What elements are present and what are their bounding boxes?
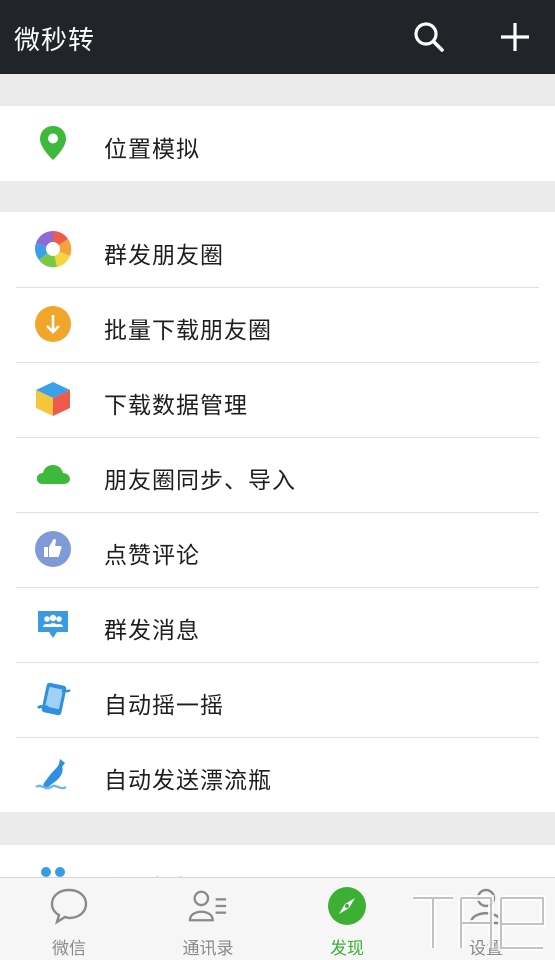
chat-bubble-icon bbox=[49, 886, 89, 926]
discover-menu: 位置模拟 群发朋友圈 批量下载朋友圈 下载数据管理 朋友圈同步、导入 点赞评论 … bbox=[0, 74, 555, 877]
download-circle-icon bbox=[33, 304, 73, 344]
menu-item-mass-moments[interactable]: 群发朋友圈 bbox=[0, 212, 555, 287]
menu-item-batch-download[interactable]: 批量下载朋友圈 bbox=[0, 287, 555, 362]
tab-contacts[interactable]: 通讯录 bbox=[139, 878, 277, 960]
person-icon bbox=[466, 886, 506, 926]
tab-label: 设置 bbox=[469, 939, 503, 959]
thumbs-up-icon bbox=[33, 529, 73, 569]
menu-item-location-simulation[interactable]: 位置模拟 bbox=[0, 106, 555, 181]
menu-item-label: 主动打招呼 bbox=[104, 869, 224, 877]
menu-item-label: 点赞评论 bbox=[104, 543, 200, 569]
app-title: 微秒转 bbox=[14, 26, 96, 56]
plus-icon[interactable] bbox=[496, 18, 534, 56]
menu-group-tools: 群发朋友圈 批量下载朋友圈 下载数据管理 朋友圈同步、导入 点赞评论 群发消息 … bbox=[0, 212, 555, 812]
menu-item-download-manager[interactable]: 下载数据管理 bbox=[0, 362, 555, 437]
location-pin-icon bbox=[33, 123, 73, 163]
cube-icon bbox=[33, 379, 73, 419]
cloud-icon bbox=[33, 454, 73, 494]
menu-item-label: 自动摇一摇 bbox=[104, 693, 224, 719]
search-icon[interactable] bbox=[410, 18, 448, 56]
bottom-tab-bar: 微信 通讯录 发现 设置 bbox=[0, 877, 555, 960]
menu-item-label: 朋友圈同步、导入 bbox=[104, 468, 296, 494]
group-chat-icon bbox=[33, 604, 73, 644]
menu-item-label: 自动发送漂流瓶 bbox=[104, 768, 272, 794]
tab-wechat[interactable]: 微信 bbox=[0, 878, 138, 960]
menu-item-auto-drift-bottle[interactable]: 自动发送漂流瓶 bbox=[0, 737, 555, 812]
menu-item-label: 群发消息 bbox=[104, 618, 200, 644]
compass-icon bbox=[327, 886, 367, 926]
menu-item-label: 群发朋友圈 bbox=[104, 243, 224, 269]
menu-item-label: 批量下载朋友圈 bbox=[104, 318, 272, 344]
contacts-icon bbox=[188, 886, 228, 926]
menu-item-like-comment[interactable]: 点赞评论 bbox=[0, 512, 555, 587]
aperture-icon bbox=[33, 229, 73, 269]
tab-label: 通讯录 bbox=[182, 939, 234, 959]
people-icon bbox=[33, 862, 73, 877]
menu-item-auto-shake[interactable]: 自动摇一摇 bbox=[0, 662, 555, 737]
drift-bottle-icon bbox=[33, 754, 73, 794]
menu-item-mass-message[interactable]: 群发消息 bbox=[0, 587, 555, 662]
menu-item-active-greeting[interactable]: 主动打招呼 bbox=[0, 845, 555, 877]
menu-item-label: 位置模拟 bbox=[104, 137, 200, 163]
tab-label: 微信 bbox=[52, 939, 86, 959]
tab-discover[interactable]: 发现 bbox=[278, 878, 416, 960]
shake-phone-icon bbox=[33, 679, 73, 719]
tab-settings[interactable]: 设置 bbox=[417, 878, 555, 960]
menu-item-moments-sync[interactable]: 朋友圈同步、导入 bbox=[0, 437, 555, 512]
menu-group-location: 位置模拟 bbox=[0, 106, 555, 181]
tab-label: 发现 bbox=[330, 939, 364, 959]
menu-item-label: 下载数据管理 bbox=[104, 393, 248, 419]
app-bar: 微秒转 bbox=[0, 0, 555, 74]
menu-group-greeting: 主动打招呼 bbox=[0, 845, 555, 877]
